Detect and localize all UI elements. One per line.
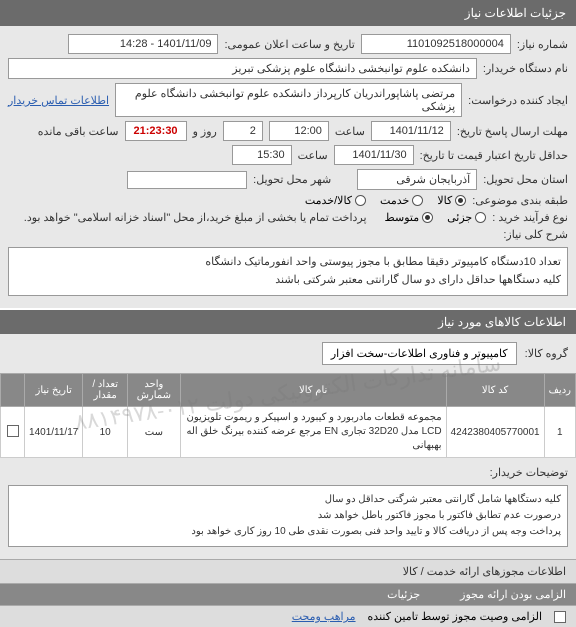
remain-label: ساعت باقی مانده: [38, 125, 119, 138]
page-header: جزئیات اطلاعات نیاز: [0, 0, 576, 26]
need-number-label: شماره نیاز:: [517, 38, 568, 51]
province-label: استان محل تحویل:: [483, 173, 568, 186]
radio-both-label: کالا/خدمت: [305, 194, 352, 207]
need-number-field: 1101092518000004: [361, 34, 511, 54]
buyer-contact-link[interactable]: اطلاعات تماس خریدار: [8, 94, 109, 107]
form-section: شماره نیاز: 1101092518000004 تاریخ و ساع…: [0, 26, 576, 308]
th-qty: تعداد / مقدار: [83, 374, 128, 407]
cell-code: 4242380405770001: [446, 407, 544, 458]
th-name: نام کالا: [180, 374, 446, 407]
send-time-field: 12:00: [269, 121, 329, 141]
radio-low[interactable]: [475, 212, 486, 223]
time-label-1: ساعت: [335, 125, 365, 138]
category-radio-group: کالا خدمت کالا/خدمت: [305, 194, 466, 207]
cell-qty: 10: [83, 407, 128, 458]
time-label-2: ساعت: [298, 149, 328, 162]
payment-note: پرداخت تمام یا بخشی از مبلغ خرید،از محل …: [24, 211, 367, 224]
province-field: آذربایجان شرقی: [357, 169, 477, 190]
radio-low-label: جزئی: [447, 211, 472, 224]
valid-time-field: 15:30: [232, 145, 292, 165]
process-label: نوع فرآیند خرید :: [492, 211, 568, 224]
send-deadline-label: مهلت ارسال پاسخ تاریخ:: [457, 125, 568, 138]
announce-field: 1401/11/09 - 14:28: [68, 34, 218, 54]
mandatory-checkbox[interactable]: [554, 611, 566, 623]
notes-field: کلیه دستگاهها شامل گارانتی معتبر شرگتی ح…: [8, 485, 568, 547]
countdown-timer: 21:23:30: [125, 121, 187, 141]
process-radio-group: جزئی متوسط: [385, 211, 487, 224]
table-row: 1 4242380405770001 مجموعه قطعات مادربورد…: [1, 407, 576, 458]
desc-field: تعداد 10دستگاه کامپیوتر دقیقا مطابق با م…: [8, 247, 568, 296]
page-title: جزئیات اطلاعات نیاز: [465, 6, 566, 20]
th-code: کد کالا: [446, 374, 544, 407]
licenses-col2: جزئیات: [387, 588, 420, 601]
th-date: تاریخ نیاز: [25, 374, 83, 407]
cell-idx: 1: [544, 407, 575, 458]
cell-unit: ست: [127, 407, 180, 458]
group-field: کامپیوتر و فناوری اطلاعات-سخت افزار: [322, 342, 517, 365]
cell-name: مجموعه قطعات مادربورد و کیبورد و اسپیکر …: [180, 407, 446, 458]
announce-label: تاریخ و ساعت اعلان عمومی:: [224, 38, 354, 51]
days-field: 2: [223, 121, 263, 141]
city-label: شهر محل تحویل:: [253, 173, 331, 186]
valid-date-label: حداقل تاریخ اعتبار قیمت تا تاریخ:: [420, 149, 568, 162]
radio-goods[interactable]: [455, 195, 466, 206]
radio-mid-label: متوسط: [385, 211, 420, 224]
th-check: [1, 374, 25, 407]
category-label: طبقه بندی موضوعی:: [472, 194, 568, 207]
radio-mid[interactable]: [422, 212, 433, 223]
row-checkbox[interactable]: [7, 425, 19, 437]
notes-label: توضیحات خریدار:: [490, 466, 568, 479]
licenses-header-row: الزامی بودن ارائه مجوز جزئیات: [0, 584, 576, 605]
desc-label: شرح کلی نیاز:: [503, 228, 568, 241]
creator-field: مرتضی پاشاپوراندریان کارپرداز دانشکده عل…: [115, 83, 462, 117]
th-idx: ردیف: [544, 374, 575, 407]
notes-section: توضیحات خریدار: کلیه دستگاهها شامل گاران…: [0, 458, 576, 559]
goods-group-row: گروه کالا: کامپیوتر و فناوری اطلاعات-سخت…: [0, 334, 576, 373]
buyer-field: دانشکده علوم توانبخشی دانشگاه علوم پزشکی…: [8, 58, 477, 79]
cell-date: 1401/11/17: [25, 407, 83, 458]
goods-table: ردیف کد کالا نام کالا واحد شمارش تعداد /…: [0, 373, 576, 458]
day-label: روز و: [193, 125, 217, 138]
group-label: گروه کالا:: [525, 347, 568, 360]
licenses-col1: الزامی بودن ارائه مجوز: [460, 588, 566, 601]
city-field: [127, 171, 247, 189]
send-date-field: 1401/11/12: [371, 121, 451, 141]
bottom-bar: الزامی وصیت مجوز توسط تامین کننده مراهب …: [0, 605, 576, 627]
radio-service[interactable]: [412, 195, 423, 206]
mandatory-label: الزامی وصیت مجوز توسط تامین کننده: [368, 610, 542, 623]
buyer-label: نام دستگاه خریدار:: [483, 62, 568, 75]
radio-both[interactable]: [355, 195, 366, 206]
goods-section-title: اطلاعات کالاهای مورد نیاز: [0, 310, 576, 334]
bottom-link[interactable]: مراهب ومحت: [292, 610, 356, 623]
th-unit: واحد شمارش: [127, 374, 180, 407]
creator-label: ایجاد کننده درخواست:: [468, 94, 568, 107]
radio-goods-label: کالا: [437, 194, 452, 207]
licenses-title: اطلاعات مجوزهای ارائه خدمت / کالا: [0, 559, 576, 584]
valid-date-field: 1401/11/30: [334, 145, 414, 165]
radio-service-label: خدمت: [380, 194, 409, 207]
